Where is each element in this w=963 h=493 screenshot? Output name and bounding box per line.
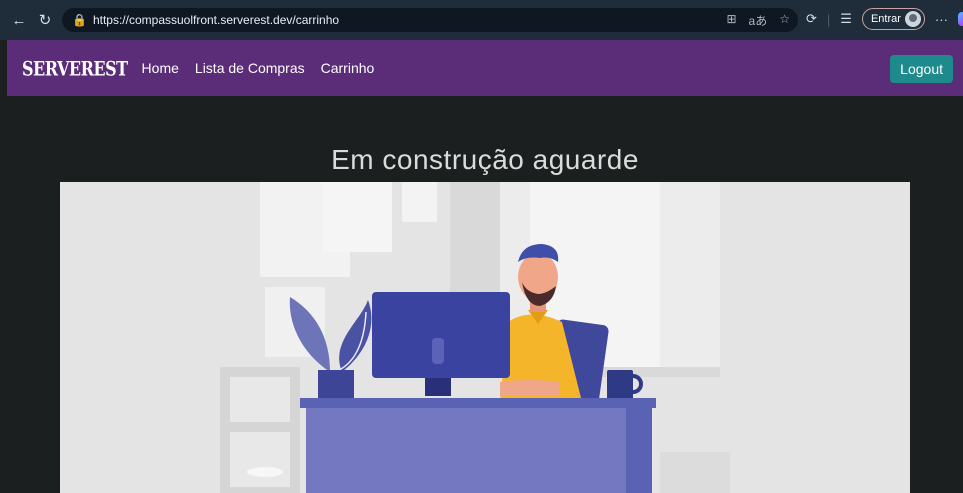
refresh-icon[interactable]: ↻ <box>34 9 56 31</box>
nav-link-lista-de-compras[interactable]: Lista de Compras <box>195 60 305 76</box>
read-aloud-icon[interactable]: aあ <box>749 12 768 29</box>
signin-label: Entrar <box>870 13 901 25</box>
reader-mode-icon[interactable]: ⊞ <box>726 12 736 29</box>
brand-logo[interactable]: SERVEREST <box>22 56 128 80</box>
favorite-star-icon[interactable]: ☆ <box>779 12 790 29</box>
site-navbar: SERVEREST Home Lista de Compras Carrinho… <box>7 40 963 96</box>
extensions-icon[interactable]: ⟳ <box>806 11 817 27</box>
address-url[interactable]: https://compassuolfront.serverest.dev/ca… <box>93 13 339 27</box>
lock-icon: 🔒 <box>72 13 87 27</box>
toolbar-divider: | <box>826 11 831 27</box>
favorites-list-icon[interactable]: ☰ <box>840 11 852 27</box>
address-bar[interactable]: 🔒 https://compassuolfront.serverest.dev/… <box>62 8 798 32</box>
page-title: Em construção aguarde <box>331 144 639 175</box>
nav-link-home[interactable]: Home <box>142 60 179 76</box>
signin-button[interactable]: Entrar <box>861 8 925 30</box>
back-arrow-icon[interactable]: ← <box>8 9 30 31</box>
illustration-svg <box>60 182 910 493</box>
copilot-icon[interactable] <box>957 12 963 26</box>
avatar-icon <box>904 11 921 27</box>
more-menu-icon[interactable]: ··· <box>935 12 948 27</box>
main-content: Em construção aguarde <box>7 96 963 493</box>
nav-link-carrinho[interactable]: Carrinho <box>321 60 375 76</box>
logout-button[interactable]: Logout <box>890 55 953 83</box>
under-construction-illustration <box>60 182 910 493</box>
browser-toolbar: ← ↻ 🔒 https://compassuolfront.serverest.… <box>0 0 963 40</box>
